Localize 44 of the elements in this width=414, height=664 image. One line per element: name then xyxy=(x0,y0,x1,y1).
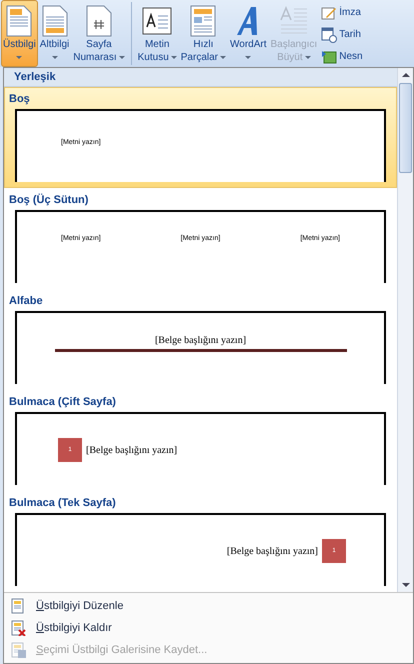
page-icon xyxy=(10,598,26,614)
section-header: Yerleşik xyxy=(4,68,397,87)
caret-icon xyxy=(52,56,58,59)
item-title: Alfabe xyxy=(8,294,44,309)
drop-cap-icon xyxy=(278,6,309,36)
placeholder-text: [Belge başlığını yazın] xyxy=(226,544,318,558)
scroll-up-icon[interactable] xyxy=(402,73,410,77)
object-icon xyxy=(321,48,338,64)
scrollbar[interactable] xyxy=(397,68,413,592)
gallery-item[interactable]: Alfabe [Belge başlığını yazın] xyxy=(4,289,397,390)
ribbon-small-button[interactable]: Tarih xyxy=(321,25,363,44)
ribbon-button[interactable]: Sayfa Numarası xyxy=(71,0,127,67)
page-save-icon xyxy=(10,642,26,658)
ribbon-small-button[interactable]: İmza xyxy=(321,3,363,22)
item-title: Boş xyxy=(8,92,31,107)
scroll-thumb[interactable] xyxy=(399,83,412,173)
page-delete-icon xyxy=(10,620,26,636)
ribbon-button[interactable]: WordArt xyxy=(228,0,269,67)
ribbon-button[interactable]: Metin Kutusu xyxy=(136,0,179,67)
caret-icon xyxy=(220,56,226,59)
ribbon-button[interactable]: Hızlı Parçalar xyxy=(178,0,228,67)
item-title: Bulmaca (Çift Sayfa) xyxy=(8,395,117,410)
ribbon-button[interactable]: Altbilgi xyxy=(38,0,72,67)
ribbon-button[interactable]: Üstbilgi xyxy=(1,0,38,67)
placeholder-text: [Belge başlığını yazın] xyxy=(86,444,178,458)
menu-item[interactable]: Üstbilgiyi Kaldır xyxy=(4,617,413,639)
text-box-icon xyxy=(142,7,172,35)
item-title: Boş (Üç Sütun) xyxy=(8,192,90,208)
caret-icon xyxy=(170,56,177,59)
caret-icon xyxy=(304,56,311,59)
page-icon xyxy=(6,5,32,37)
page-icon xyxy=(42,5,68,37)
ribbon-small-button[interactable]: Nesn xyxy=(321,47,363,66)
calendar-clock-icon xyxy=(321,26,338,42)
caret-icon xyxy=(16,56,22,59)
placeholder-text: [Belge başlığını yazın] xyxy=(154,334,246,348)
item-title: Bulmaca (Tek Sayfa) xyxy=(8,496,117,511)
menu-item[interactable]: Üstbilgiyi Düzenle xyxy=(4,595,413,617)
page-hash-icon xyxy=(86,5,112,37)
layout-page-icon xyxy=(190,5,216,37)
caret-icon xyxy=(245,56,252,59)
pen-icon xyxy=(321,4,338,20)
caret-icon xyxy=(118,56,125,59)
scroll-down-icon[interactable] xyxy=(402,583,410,587)
